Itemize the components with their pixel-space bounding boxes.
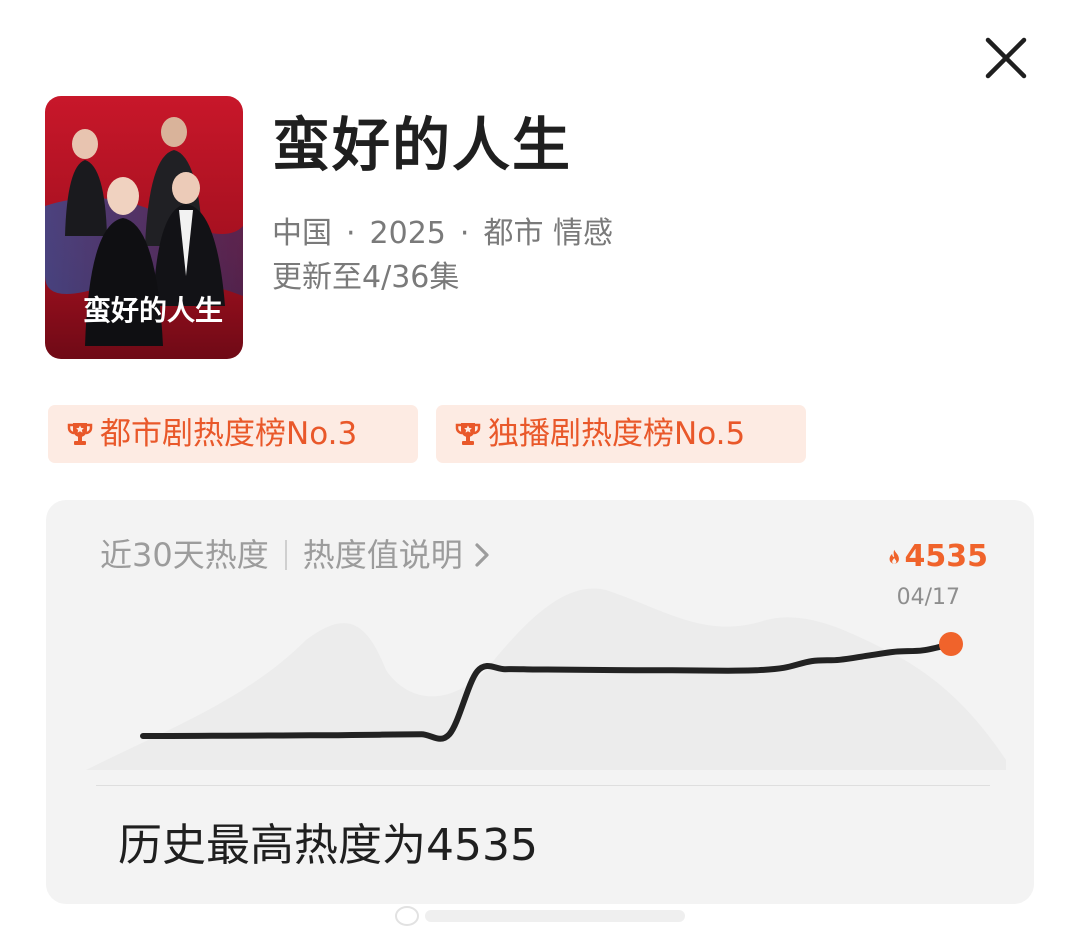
trophy-icon	[67, 423, 93, 445]
close-icon	[985, 37, 1027, 79]
history-high-text: 历史最高热度为4535	[118, 820, 538, 871]
heat-period-label: 近30天热度	[100, 536, 269, 574]
heat-header: 近30天热度 热度值说明	[100, 534, 491, 576]
meta-separator: ·	[459, 216, 470, 251]
update-status: 更新至4/36集	[272, 260, 460, 295]
rank-badge-exclusive[interactable]: 独播剧热度榜No.5	[436, 405, 806, 463]
show-country: 中国	[272, 216, 332, 251]
show-poster[interactable]: 蛮好的人生	[45, 96, 243, 359]
peak-value: 4535	[888, 538, 988, 576]
rank-badge-urban[interactable]: 都市剧热度榜No.3	[48, 405, 418, 463]
trophy-icon	[455, 423, 481, 445]
card-divider	[96, 785, 990, 786]
show-title: 蛮好的人生	[272, 111, 573, 179]
rank-label: 都市剧热度榜No.3	[100, 416, 358, 452]
peak-value-wrap: 4535	[888, 538, 988, 576]
close-button[interactable]	[980, 32, 1032, 84]
header-divider	[284, 540, 287, 570]
heat-card: 近30天热度 热度值说明 4535 04/17 历史最高热度为4535	[46, 500, 1034, 904]
show-year: 2025	[369, 216, 446, 251]
rank-label: 独播剧热度榜No.5	[488, 416, 746, 452]
peak-marker[interactable]	[939, 632, 963, 656]
watermark	[395, 906, 685, 926]
chart-background-mountains	[86, 588, 1006, 770]
show-meta: 中国 · 2025 · 都市 情感	[272, 214, 613, 254]
fire-icon	[889, 549, 899, 564]
poster-title: 蛮好的人生	[83, 294, 223, 327]
chevron-right-icon	[475, 543, 489, 567]
show-genres: 都市 情感	[483, 216, 613, 251]
heat-explain-label: 热度值说明	[302, 536, 463, 574]
peak-number: 4535	[904, 539, 989, 574]
peak-date: 04/17	[896, 585, 960, 610]
heat-explain-link[interactable]: 热度值说明	[303, 534, 491, 576]
meta-separator: ·	[346, 216, 356, 251]
